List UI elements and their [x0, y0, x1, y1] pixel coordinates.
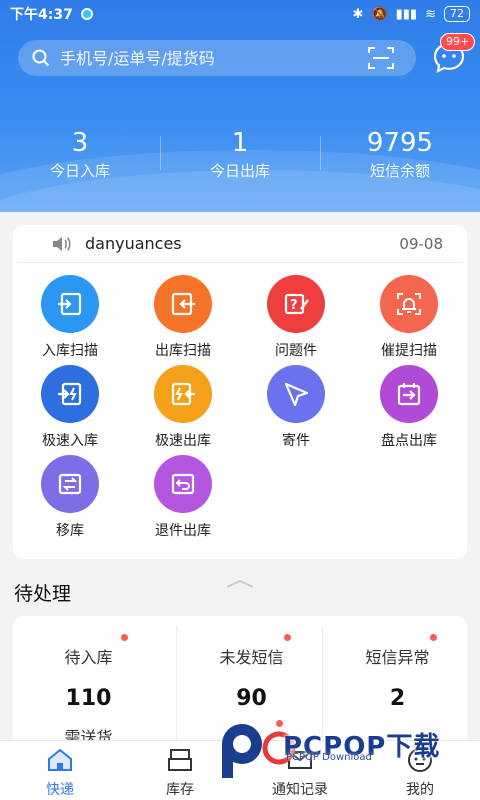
- action-move-stock[interactable]: 移库: [25, 455, 115, 540]
- action-scan-out[interactable]: 出库扫描: [138, 275, 228, 360]
- action-return-out[interactable]: 退件出库: [138, 455, 228, 540]
- pending-item[interactable]: 待入库 110 需送货: [13, 616, 164, 756]
- signal-icon: ▮▮▮: [395, 6, 418, 22]
- tab-express[interactable]: 快递: [0, 741, 120, 800]
- pending-value: 2: [389, 686, 406, 711]
- move-stock-icon: [41, 455, 99, 513]
- notice-date: 09-08: [399, 234, 443, 253]
- action-fast-out[interactable]: 极速出库: [138, 365, 228, 450]
- action-label: 寄件: [282, 433, 310, 449]
- stat-value: 1: [231, 128, 249, 158]
- action-scan-in[interactable]: 入库扫描: [25, 275, 115, 360]
- action-label: 出库扫描: [155, 343, 211, 359]
- stat-sms-balance[interactable]: 9795 短信余额: [320, 128, 480, 188]
- action-label: 问题件: [275, 343, 317, 359]
- daily-stats: 3 今日入库 1 今日出库 9795 短信余额: [0, 128, 480, 188]
- search-input[interactable]: [60, 48, 320, 68]
- action-label: 极速出库: [155, 433, 211, 449]
- scan-icon[interactable]: [368, 46, 394, 70]
- scan-in-icon: [41, 275, 99, 333]
- stat-today-out[interactable]: 1 今日出库: [160, 128, 320, 188]
- wifi-icon: ≋: [425, 6, 436, 22]
- stat-label: 短信余额: [369, 162, 430, 180]
- search-icon: [32, 49, 50, 67]
- action-label: 盘点出库: [381, 433, 437, 449]
- status-time: 下午4:37: [10, 7, 73, 23]
- action-send[interactable]: 寄件: [251, 365, 341, 450]
- action-inventory-out[interactable]: 盘点出库: [364, 365, 454, 450]
- action-label: 移库: [56, 523, 84, 539]
- pending-label: 短信异常: [365, 648, 430, 667]
- pending-title: 待处理: [14, 583, 72, 605]
- action-label: 退件出库: [155, 523, 211, 539]
- pending-value: 90: [236, 686, 267, 711]
- send-icon: [267, 365, 325, 423]
- inventory-icon: [168, 749, 192, 771]
- fast-out-icon: [154, 365, 212, 423]
- inventory-out-icon: [380, 365, 438, 423]
- status-bar: 下午4:37 ✱ 🔕 ▮▮▮ ≋ 72: [0, 0, 480, 28]
- return-out-icon: [154, 455, 212, 513]
- stat-label: 今日入库: [49, 162, 110, 180]
- tab-label: 库存: [166, 782, 194, 798]
- action-fast-in[interactable]: 极速入库: [25, 365, 115, 450]
- mute-icon: 🔕: [371, 6, 388, 22]
- stat-today-in[interactable]: 3 今日入库: [0, 128, 160, 188]
- fast-in-icon: [41, 365, 99, 423]
- unread-dot: [121, 634, 128, 641]
- bluetooth-icon: ✱: [352, 6, 364, 22]
- action-label: 入库扫描: [42, 343, 98, 359]
- svg-text:?: ?: [290, 298, 298, 313]
- tab-label: 通知记录: [272, 782, 328, 798]
- app-notification-icon: [80, 8, 93, 20]
- search-bar[interactable]: [18, 40, 416, 76]
- stat-label: 今日出库: [209, 162, 270, 180]
- home-icon: [48, 748, 72, 771]
- battery-icon: 72: [444, 6, 470, 22]
- action-label: 催提扫描: [381, 343, 437, 359]
- watermark-subtext: PCPOP Download: [286, 752, 372, 763]
- speaker-icon: [53, 236, 71, 251]
- unread-dot: [430, 634, 437, 641]
- stat-value: 9795: [366, 128, 434, 158]
- collapse-handle-icon[interactable]: [225, 579, 255, 589]
- action-reminder-scan[interactable]: 催提扫描: [364, 275, 454, 360]
- pending-label: 待入库: [64, 648, 113, 667]
- problem-parcel-icon: ?: [267, 275, 325, 333]
- action-grid: 入库扫描 出库扫描 ? 问题件 催提扫描 极速入库 极速出库 寄件 盘点出库 移…: [13, 263, 467, 588]
- scan-out-icon: [154, 275, 212, 333]
- pending-value: 110: [65, 686, 112, 711]
- action-label: 极速入库: [42, 433, 98, 449]
- pending-label: 未发短信: [219, 648, 284, 667]
- action-problem-parcel[interactable]: ? 问题件: [251, 275, 341, 360]
- notice-bar[interactable]: danyuances 09-08: [17, 225, 463, 263]
- reminder-scan-icon: [380, 275, 438, 333]
- notice-user: danyuances: [85, 234, 182, 253]
- tab-label: 快递: [46, 782, 74, 798]
- tab-label: 我的: [406, 782, 434, 798]
- stat-value: 3: [71, 128, 89, 158]
- unread-dot: [284, 634, 291, 641]
- message-badge: 99+: [440, 33, 476, 51]
- action-card: danyuances 09-08 入库扫描 出库扫描 ? 问题件 催提扫描 极速…: [13, 225, 467, 588]
